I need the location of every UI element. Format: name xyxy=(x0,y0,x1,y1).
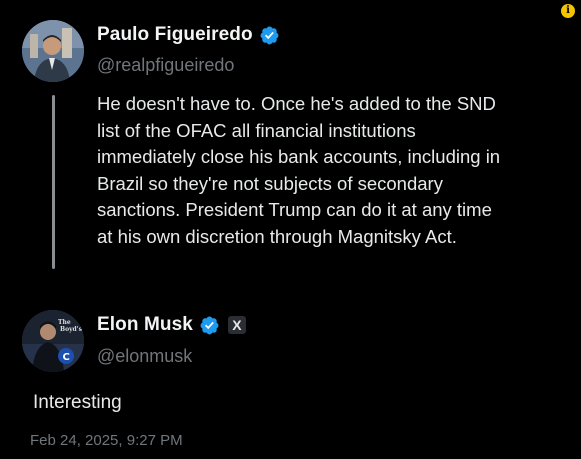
post-timestamp[interactable]: Feb 24, 2025, 9:27 PM xyxy=(30,432,183,449)
parent-handle[interactable]: @realpfigueiredo xyxy=(97,55,234,76)
main-handle[interactable]: @elonmusk xyxy=(97,346,192,367)
avatar-elon[interactable]: The Boyd's C xyxy=(22,310,84,372)
avatar-paulo-image xyxy=(22,20,84,82)
main-post-text: Interesting xyxy=(33,392,122,413)
info-icon[interactable]: i xyxy=(561,4,575,18)
avatar-elon-image: The Boyd's C xyxy=(22,310,84,372)
svg-text:C: C xyxy=(63,352,70,363)
parent-post-text: He doesn't have to. Once he's added to t… xyxy=(97,93,501,247)
parent-display-name[interactable]: Paulo Figueiredo xyxy=(97,24,253,46)
x-logo-icon: X xyxy=(227,316,246,334)
verified-checkmark-icon xyxy=(200,316,219,334)
svg-text:Boyd's: Boyd's xyxy=(60,326,83,333)
avatar-paulo[interactable] xyxy=(22,20,84,82)
main-display-name[interactable]: Elon Musk xyxy=(97,314,193,336)
parent-name-row: Paulo Figueiredo xyxy=(97,24,280,46)
verified-checkmark-icon xyxy=(260,26,279,44)
main-name-row: Elon Musk X xyxy=(97,314,246,336)
svg-text:The: The xyxy=(58,319,71,326)
thread-connector-line xyxy=(52,95,55,269)
